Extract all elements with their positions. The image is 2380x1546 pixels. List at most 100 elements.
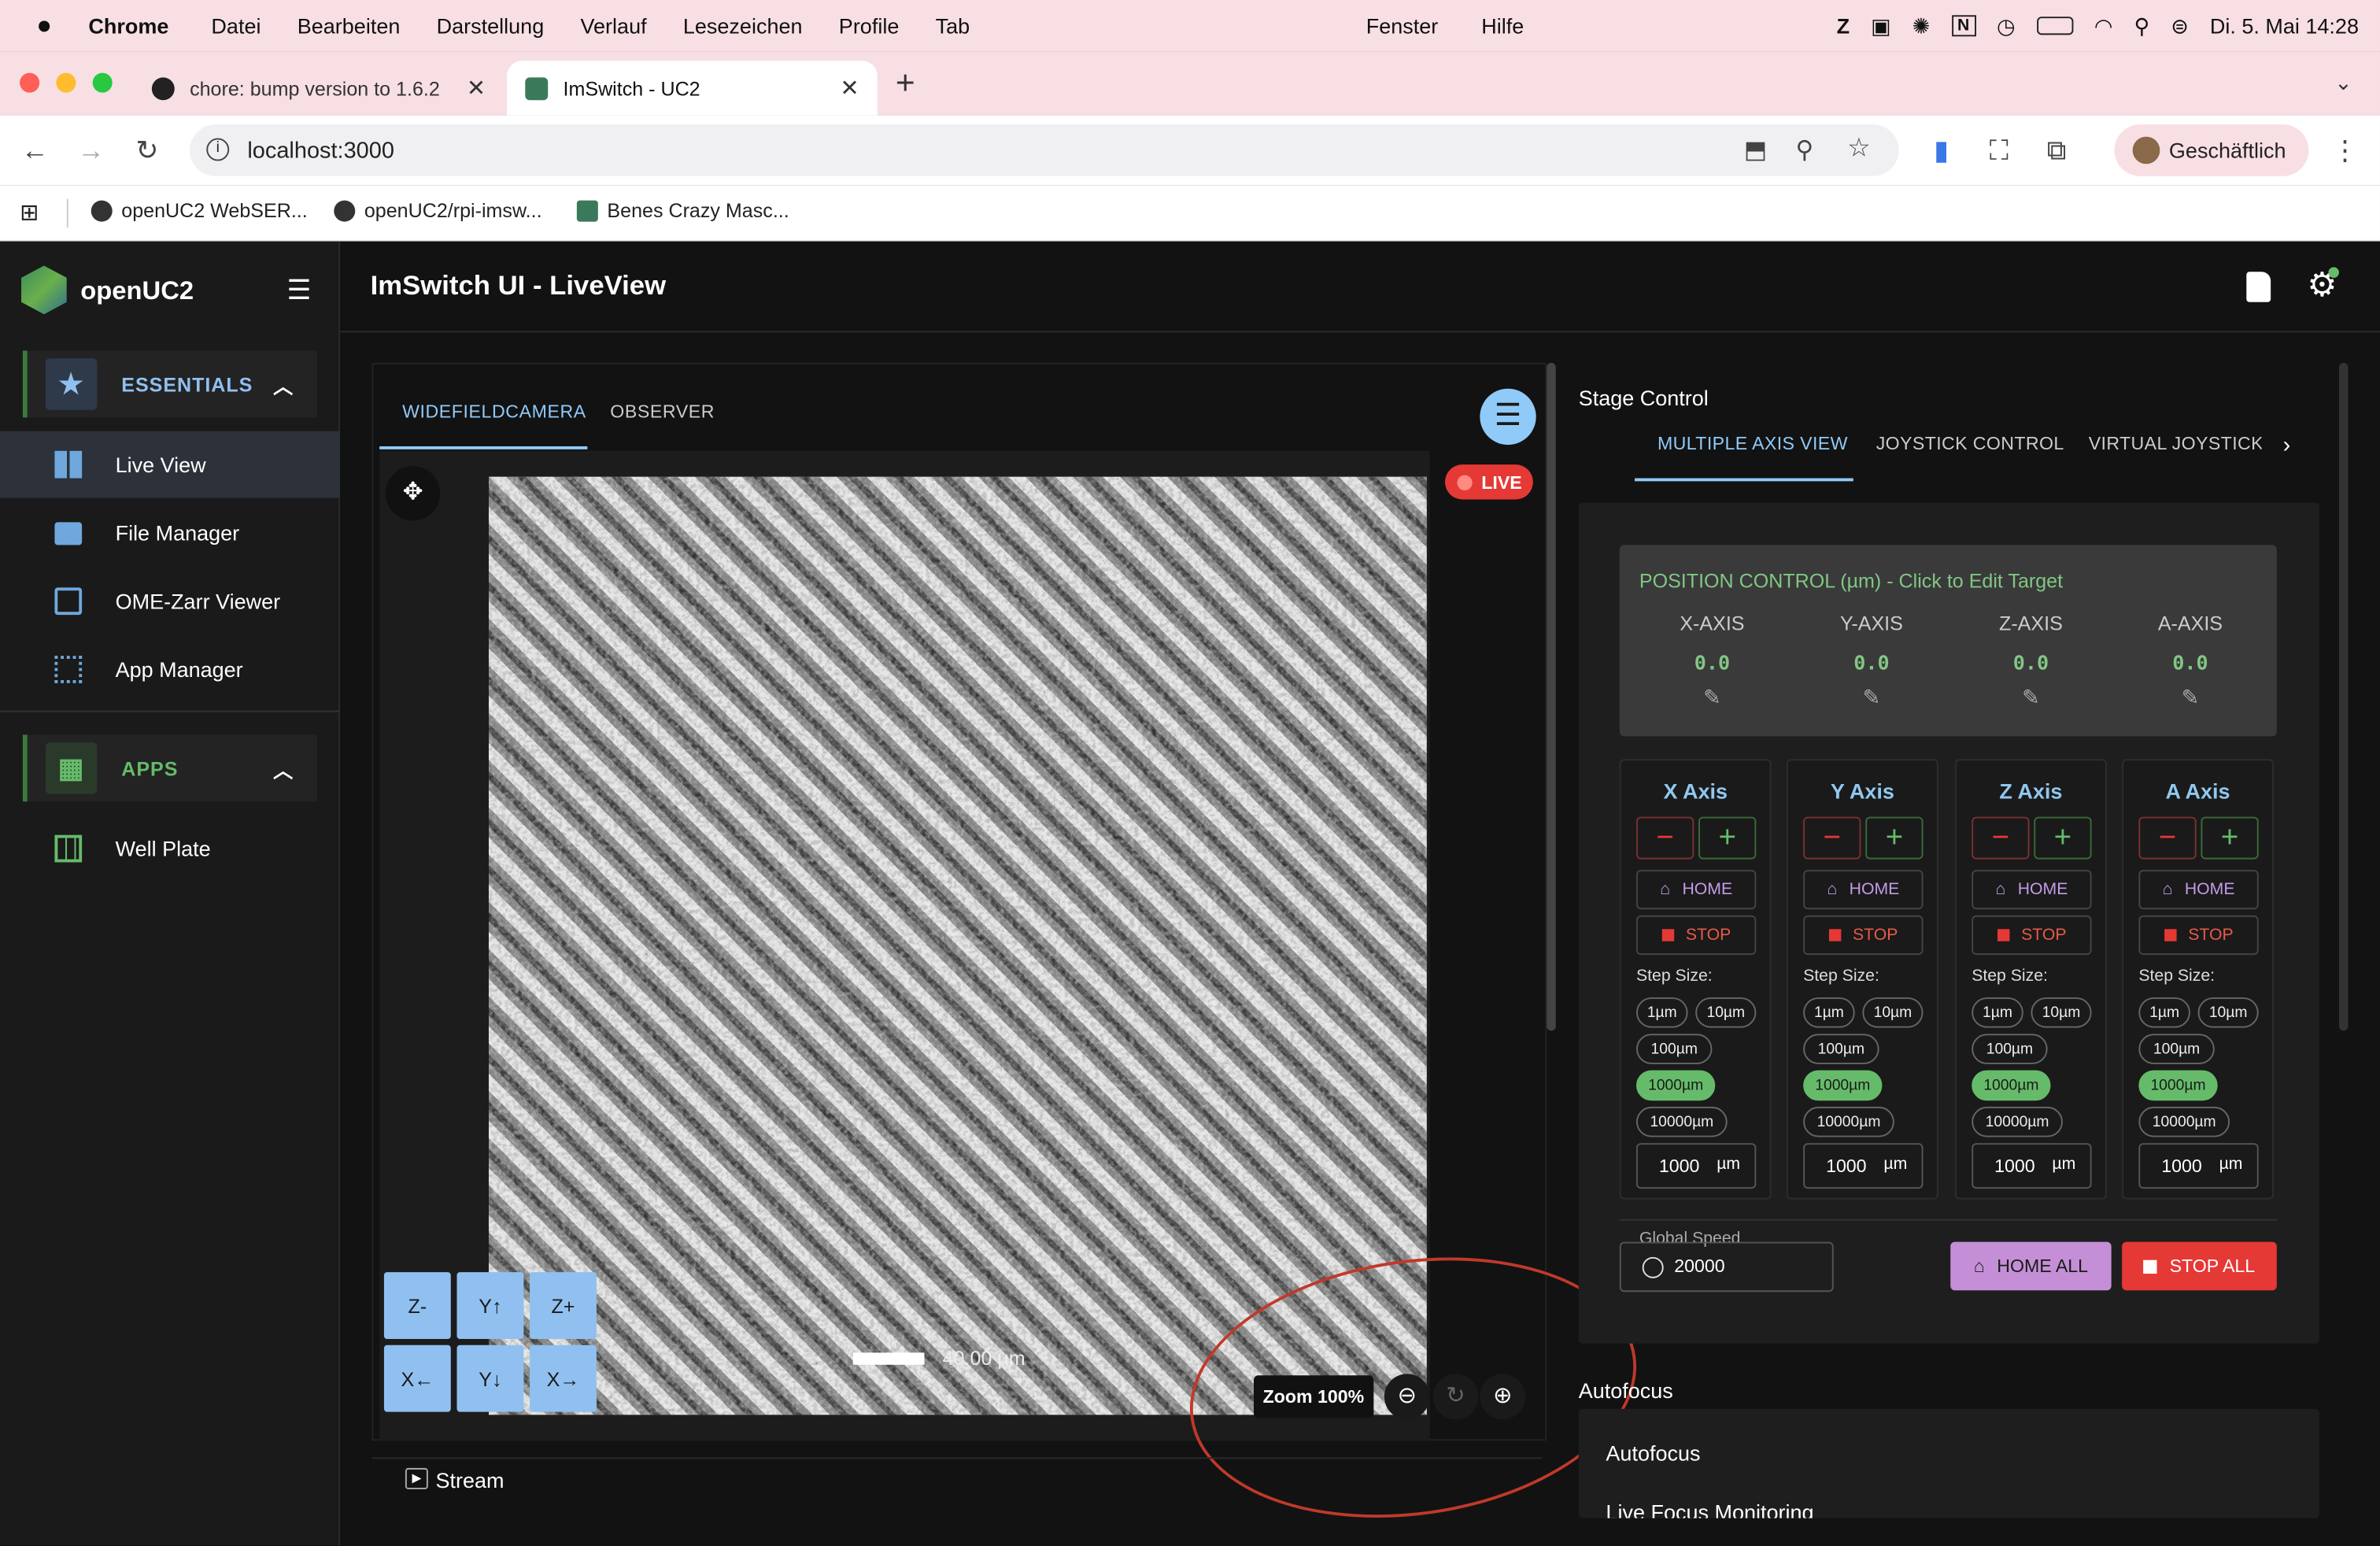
browser-tab-github[interactable]: chore: bump version to 1.6.2 ✕ (134, 61, 504, 115)
step-chip[interactable]: 1µm (1635, 997, 1688, 1028)
zotero-icon[interactable]: Z (1837, 13, 1850, 38)
step-chip[interactable]: 10µm (2031, 997, 2092, 1028)
teams-icon[interactable]: ▣ (1871, 13, 1891, 39)
apps-section[interactable]: ▦ APPS ︿ (22, 734, 318, 802)
close-tab-icon[interactable]: ✕ (467, 74, 486, 102)
axis-minus-button[interactable]: − (1635, 816, 1694, 860)
axis-plus-button[interactable]: + (1698, 816, 1757, 860)
profile-button[interactable]: Geschäftlich (2114, 124, 2309, 176)
menu-fab-button[interactable]: ☰ (1480, 388, 1536, 446)
axis-minus-button[interactable]: − (1972, 816, 2030, 860)
back-arrow-icon[interactable]: ← (18, 134, 51, 167)
step-chip[interactable]: 10000µm (2138, 1106, 2230, 1137)
apple-icon[interactable]: ● (36, 10, 52, 41)
step-chip[interactable]: 1000µm (1972, 1070, 2051, 1101)
battery-icon[interactable] (2036, 17, 2073, 35)
step-size-input[interactable]: 1000 µm (1972, 1143, 2092, 1189)
bookmark-star-icon[interactable]: ☆ (1847, 134, 1870, 165)
tab-widefieldcamera[interactable]: WIDEFIELDCAMERA (402, 401, 586, 422)
joystick-toggle-icon[interactable]: ✥ (385, 466, 441, 521)
step-chip[interactable]: 1000µm (1803, 1070, 1883, 1101)
maximize-window-button[interactable] (92, 72, 113, 93)
home-all-button[interactable]: ⌂ HOME ALL (1950, 1241, 2112, 1291)
axis-stop-button[interactable]: STOP (1803, 915, 1924, 956)
edit-pencil-icon[interactable]: ✎ (1955, 685, 2107, 711)
tab-observer[interactable]: OBSERVER (610, 401, 715, 422)
edit-pencil-icon[interactable]: ✎ (2114, 685, 2266, 711)
global-speed-input[interactable]: 20000 (1619, 1241, 1834, 1293)
step-chip[interactable]: 10µm (2197, 997, 2259, 1028)
step-chip[interactable]: 1µm (2138, 997, 2190, 1028)
step-chip[interactable]: 100µm (1972, 1034, 2048, 1064)
tab-joystick-control[interactable]: JOYSTICK CONTROL (1876, 433, 2064, 454)
time-machine-icon[interactable]: ◷ (1997, 13, 2016, 39)
search-icon[interactable]: ⚲ (2134, 13, 2149, 39)
step-chip[interactable]: 1000µm (1635, 1070, 1716, 1101)
joystick-y-down-button[interactable]: Y↓ (456, 1344, 524, 1412)
axis-minus-button[interactable]: − (2138, 816, 2197, 860)
menu-hilfe[interactable]: Hilfe (1481, 13, 1524, 38)
menu-datetime[interactable]: Di. 5. Mai 14:28 (2210, 13, 2359, 38)
menu-lesezeichen[interactable]: Lesezeichen (683, 13, 826, 38)
viewer-scrollbar[interactable] (1547, 362, 1556, 1031)
tab-virtual-joystick[interactable]: VIRTUAL JOYSTICK (S (2089, 433, 2262, 454)
menu-bearbeiten[interactable]: Bearbeiten (298, 13, 424, 38)
axis-plus-button[interactable]: + (2201, 816, 2259, 860)
axis-home-button[interactable]: ⌂ HOME (1635, 870, 1757, 910)
close-window-button[interactable] (20, 72, 40, 93)
step-chip[interactable]: 100µm (2138, 1034, 2215, 1064)
axis-plus-button[interactable]: + (2034, 816, 2092, 860)
bookmark-webserial[interactable]: openUC2 WebSER... (91, 199, 308, 222)
sidebar-item-live-view[interactable]: Live View (0, 431, 340, 498)
step-chip[interactable]: 10000µm (1972, 1106, 2063, 1137)
forward-arrow-icon[interactable]: → (74, 134, 107, 167)
axis-header-1[interactable]: Y-AXIS 0.0 ✎ (1795, 612, 1947, 710)
step-chip[interactable]: 100µm (1803, 1034, 1879, 1064)
browser-tab-imswitch[interactable]: ImSwitch - UC2 ✕ (507, 61, 878, 116)
chatgpt-icon[interactable]: ✺ (1913, 13, 1931, 39)
menu-app-name[interactable]: Chrome (88, 13, 193, 38)
extension-icon[interactable]: ▮ (1924, 134, 1957, 167)
wifi-icon[interactable]: ◠ (2094, 13, 2113, 39)
zoom-icon[interactable]: ⚲ (1795, 135, 1813, 166)
axis-home-button[interactable]: ⌂ HOME (1803, 870, 1924, 910)
axis-header-2[interactable]: Z-AXIS 0.0 ✎ (1955, 612, 2107, 710)
step-chip[interactable]: 10000µm (1635, 1106, 1728, 1137)
axis-stop-button[interactable]: STOP (1635, 915, 1757, 956)
address-bar[interactable]: i localhost:3000 ⬒ ⚲ ☆ (190, 124, 1899, 176)
essentials-section[interactable]: ★ ESSENTIALS ︿ (22, 350, 318, 418)
apps-grid-icon[interactable]: ⊞ (20, 199, 39, 227)
menu-tab[interactable]: Tab (936, 13, 994, 38)
step-size-input[interactable]: 1000 µm (2138, 1143, 2259, 1189)
stop-all-button[interactable]: STOP ALL (2122, 1241, 2277, 1291)
screenshot-icon[interactable]: ⛶ (1983, 134, 2016, 167)
step-chip[interactable]: 10000µm (1803, 1106, 1894, 1137)
menu-profile[interactable]: Profile (839, 13, 923, 38)
step-size-input[interactable]: 1000 µm (1803, 1143, 1924, 1189)
menu-verlauf[interactable]: Verlauf (581, 13, 671, 38)
sd-card-icon[interactable] (2246, 272, 2271, 302)
sidebar-item-well-plate[interactable]: Well Plate (0, 816, 340, 882)
joystick-x-right-button[interactable]: X→ (530, 1344, 597, 1412)
sidebar-item-ome-zarr[interactable]: OME-Zarr Viewer (0, 568, 340, 634)
step-chip[interactable]: 10µm (1695, 997, 1757, 1028)
axis-plus-button[interactable]: + (1865, 816, 1924, 860)
axis-stop-button[interactable]: STOP (1972, 915, 2092, 956)
axis-home-button[interactable]: ⌂ HOME (2138, 870, 2259, 910)
axis-minus-button[interactable]: − (1803, 816, 1861, 860)
autofocus-item[interactable]: Autofocus (1606, 1441, 1700, 1465)
notion-icon[interactable]: N (1951, 15, 1976, 37)
collapse-menu-icon[interactable]: ☰ (286, 275, 311, 306)
menu-fenster[interactable]: Fenster (1366, 13, 1439, 38)
step-chip[interactable]: 1000µm (2138, 1070, 2218, 1101)
joystick-z-plus-button[interactable]: Z+ (530, 1272, 597, 1339)
step-size-input[interactable]: 1000 µm (1635, 1143, 1757, 1189)
menu-datei[interactable]: Datei (211, 13, 285, 38)
more-vert-icon[interactable]: ⋮ (2328, 134, 2361, 167)
bookmark-rpi-imswitch[interactable]: openUC2/rpi-imsw... (334, 199, 542, 222)
tab-search-chevron-down-icon[interactable]: ⌄ (2334, 70, 2352, 96)
joystick-z-minus-button[interactable]: Z- (383, 1272, 451, 1339)
reload-icon[interactable]: ↻ (131, 134, 164, 167)
puzzle-extensions-icon[interactable]: ⧉ (2040, 134, 2073, 167)
edit-pencil-icon[interactable]: ✎ (1795, 685, 1947, 711)
